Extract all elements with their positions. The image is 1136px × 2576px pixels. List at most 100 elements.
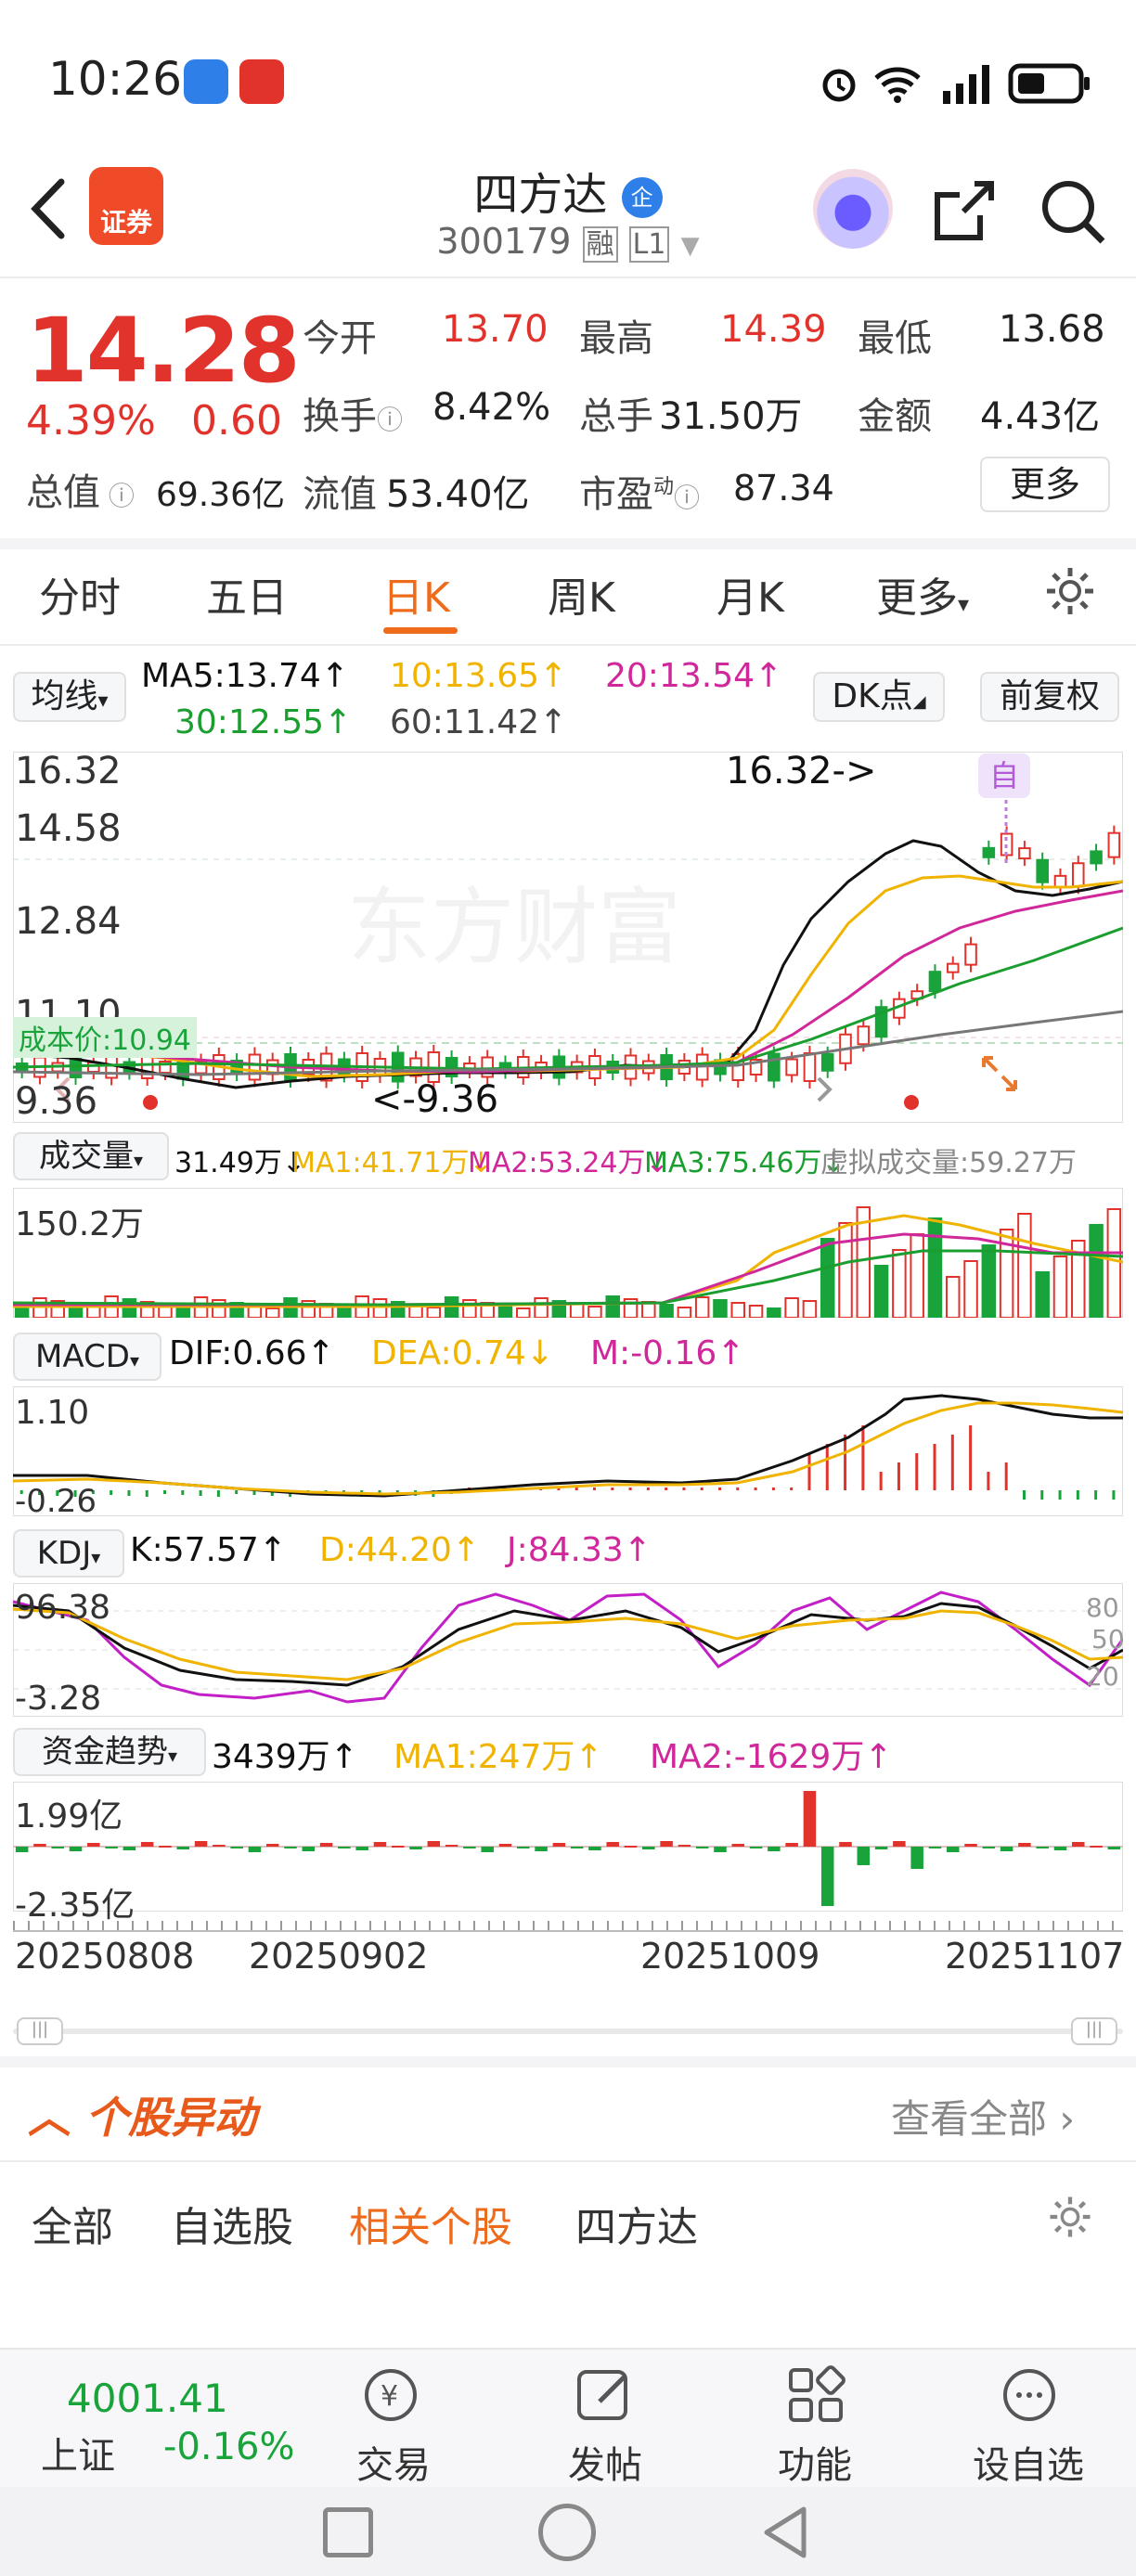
index-name[interactable]: 上证 [41, 2426, 115, 2479]
kdj-chart[interactable] [13, 1583, 1123, 1717]
movement-tab-watchlist[interactable]: 自选股 [171, 2194, 293, 2253]
macd-bar [1022, 1490, 1026, 1500]
volume-bar [86, 1306, 101, 1318]
kdj-selector[interactable]: KDJ▾ [13, 1529, 124, 1578]
volume-bar [730, 1302, 746, 1318]
volume-chart[interactable] [13, 1188, 1123, 1318]
add-watch-icon[interactable] [997, 2363, 1062, 2428]
tab-daily-k[interactable]: 日K [382, 564, 450, 624]
total-cap-label-text: 总值 [26, 471, 100, 514]
fund-bar [445, 1845, 458, 1847]
fund-axis-bottom: -2.35亿 [15, 1887, 136, 1925]
nav-add-watch[interactable]: 设自选 [954, 2435, 1103, 2489]
total-cap-label: 总值 ⓘ [26, 471, 135, 514]
kdj-d: D:44.20↑ [319, 1531, 481, 1569]
amount-label: 金额 [858, 395, 932, 438]
fund-bar [1000, 1847, 1013, 1851]
tab-weekly-k[interactable]: 周K [548, 564, 615, 624]
tab-intraday[interactable]: 分时 [39, 564, 121, 624]
volume-value: 31.50万 [659, 395, 803, 438]
share-icon[interactable] [928, 176, 999, 247]
fund-bar [123, 1847, 136, 1850]
total-cap-value: 69.36亿 [156, 476, 286, 514]
fund-bar [678, 1845, 691, 1847]
post-icon[interactable] [572, 2363, 637, 2428]
low-value: 13.68 [999, 308, 1105, 351]
index-change[interactable]: -0.16% [163, 2426, 295, 2468]
dk-point-button[interactable]: DK点◢ [813, 672, 945, 722]
movement-title[interactable]: ︿ 个股异动 [28, 2084, 256, 2145]
chevron-up-icon: ︿ [28, 2093, 71, 2143]
kdj-j: J:84.33↑ [507, 1531, 652, 1569]
volume-bar [462, 1299, 477, 1318]
fund-bar [69, 1847, 83, 1851]
gear-icon[interactable] [1043, 564, 1097, 618]
nav-trade[interactable]: 交易 [319, 2435, 468, 2489]
fund-bar [1053, 1847, 1067, 1850]
recents-icon[interactable] [323, 2507, 373, 2557]
kline-chart[interactable]: 东方财富 [13, 752, 1123, 1123]
macd-bar [771, 1488, 775, 1490]
search-icon[interactable] [1038, 176, 1108, 247]
macd-bar [646, 1488, 650, 1490]
home-icon[interactable] [538, 2504, 596, 2561]
macd-bar [127, 1490, 131, 1496]
fund-bar [749, 1847, 763, 1848]
view-all-link[interactable]: 查看全部 › [891, 2088, 1075, 2145]
volume-bar [892, 1249, 907, 1318]
turnover-label: 换手ⓘ [303, 395, 404, 438]
macd-bar [861, 1425, 865, 1490]
nav-back-icon[interactable] [757, 2504, 813, 2561]
tab-monthly-k[interactable]: 月K [716, 564, 784, 624]
tab-more[interactable]: 更多▾ [876, 564, 969, 624]
nav-functions[interactable]: 功能 [741, 2435, 889, 2489]
range-scroller[interactable]: ||| ||| [13, 2017, 1123, 2045]
assistant-avatar[interactable] [813, 169, 893, 249]
fund-bar [159, 1846, 172, 1848]
alarm-icon [822, 69, 856, 102]
self-select-marker[interactable]: 自 [978, 753, 1030, 798]
volume-selector[interactable]: 成交量▾ [13, 1132, 169, 1180]
view-all-text: 查看全部 [891, 2096, 1048, 2142]
wifi-icon [874, 67, 921, 103]
movement-tab-all[interactable]: 全部 [32, 2194, 113, 2253]
date-label-3: 20251009 [640, 1936, 820, 1977]
candle [1107, 831, 1121, 858]
macd-selector[interactable]: MACD▾ [13, 1333, 161, 1381]
macd-bar [950, 1435, 954, 1490]
fund-ma1: MA1:247万↑ [394, 1738, 603, 1776]
stock-name-text: 四方达 [473, 169, 608, 221]
trade-icon[interactable]: ¥ [358, 2363, 423, 2428]
index-value[interactable]: 4001.41 [67, 2376, 228, 2421]
macd-dif: DIF:0.66↑ [169, 1334, 335, 1372]
macd-bar [879, 1472, 883, 1490]
nav-post[interactable]: 发帖 [531, 2435, 679, 2489]
more-button[interactable]: 更多 [980, 457, 1110, 512]
tab-five-day[interactable]: 五日 [206, 564, 288, 624]
svg-text:¥: ¥ [381, 2380, 398, 2413]
macd-bar [1076, 1490, 1079, 1500]
movement-settings-icon[interactable] [1047, 2194, 1093, 2240]
fund-trend-chart[interactable] [13, 1782, 1123, 1912]
volume-bar [337, 1306, 352, 1318]
volume-bar [605, 1295, 620, 1318]
divider [0, 538, 1136, 549]
scroller-right-handle[interactable]: ||| [1071, 2017, 1117, 2045]
ma-selector[interactable]: 均线▾ [13, 672, 126, 722]
scroller-left-handle[interactable]: ||| [17, 2017, 63, 2045]
candle [946, 962, 960, 973]
macd-chart[interactable] [13, 1386, 1123, 1516]
divider [0, 277, 1136, 278]
fund-trend-selector[interactable]: 资金趋势▾ [13, 1728, 206, 1776]
level-tag: L1 [628, 226, 670, 263]
movement-tab-stock[interactable]: 四方达 [575, 2194, 698, 2253]
active-tab-indicator [383, 627, 458, 634]
fund-bar [15, 1847, 29, 1852]
movement-tab-related[interactable]: 相关个股 [349, 2194, 512, 2253]
functions-icon[interactable] [783, 2363, 848, 2428]
fund-bar [1107, 1847, 1121, 1849]
adjust-button[interactable]: 前复权 [980, 672, 1119, 722]
chevron-right-icon: › [1059, 2096, 1076, 2142]
cost-price-tag[interactable]: 成本价:10.94 [13, 1017, 197, 1058]
fund-bar [481, 1847, 494, 1852]
